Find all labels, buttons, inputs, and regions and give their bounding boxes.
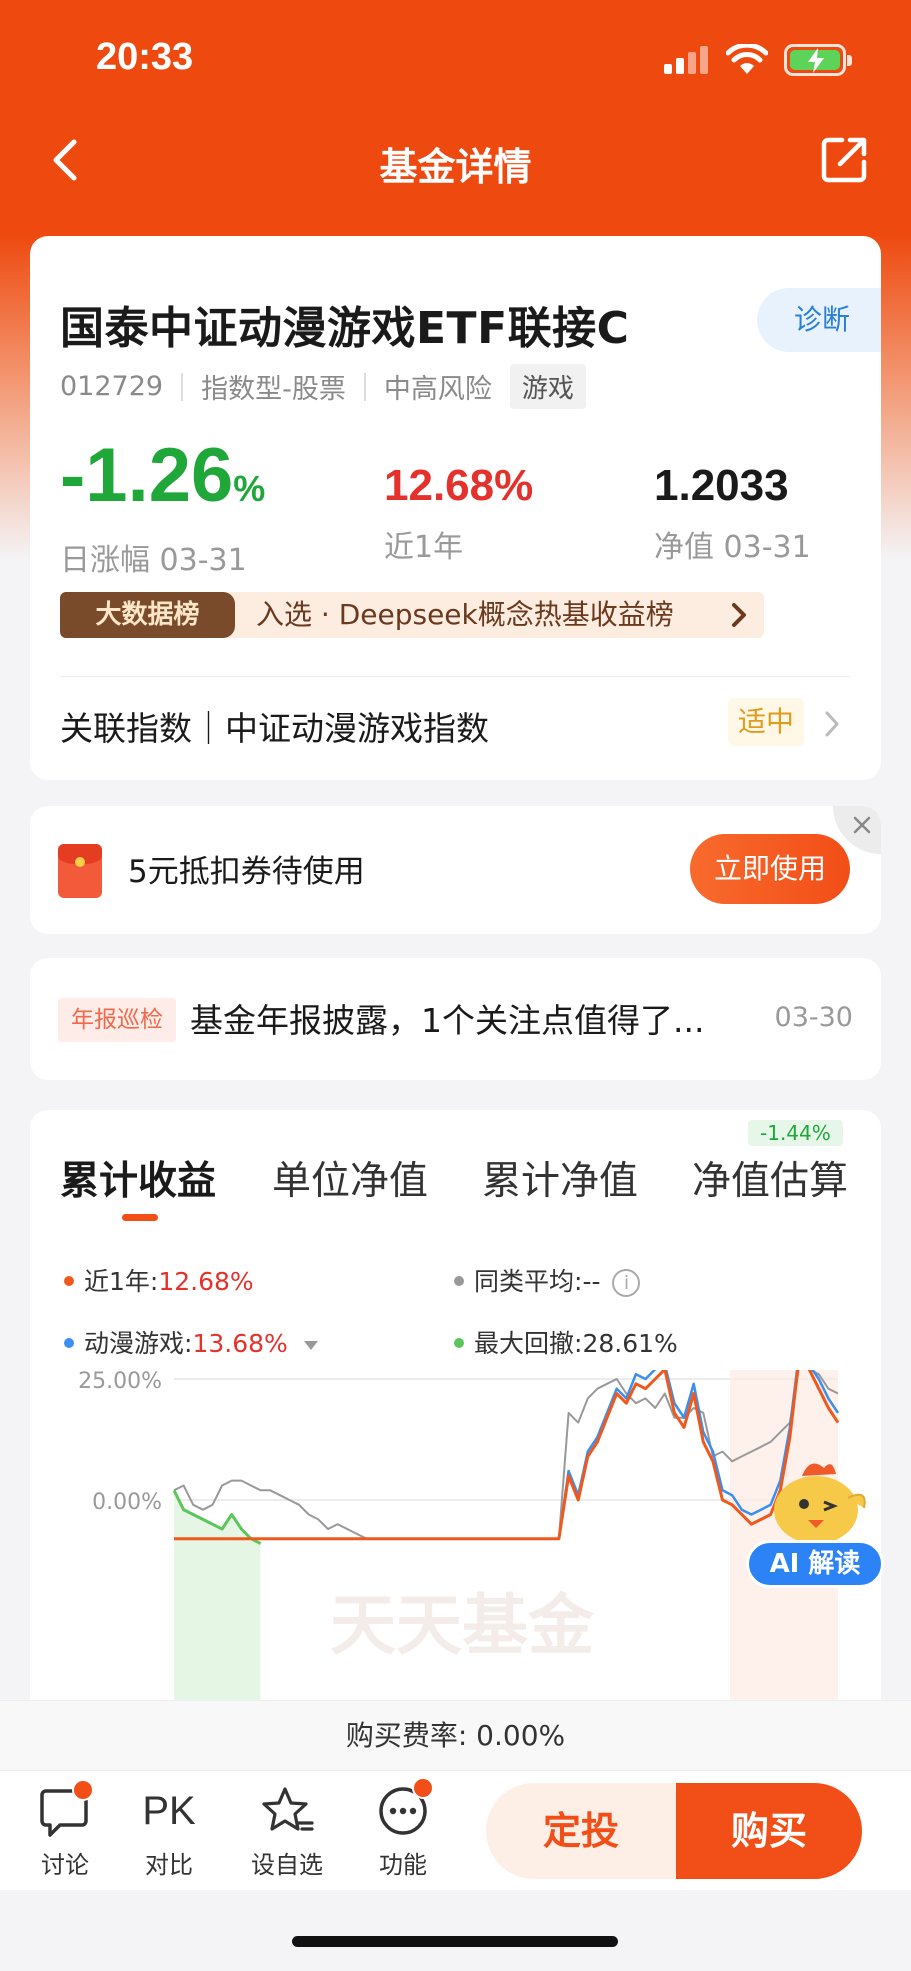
chat-bubble-icon — [40, 1789, 88, 1837]
divider — [60, 676, 851, 677]
daily-change-value: -1.26% — [60, 433, 266, 518]
compare-button[interactable]: PK 对比 — [124, 1783, 214, 1880]
functions-button[interactable]: 功能 — [358, 1777, 448, 1880]
chart-tabs: 累计收益 单位净值 累计净值 净值估算 — [30, 1150, 881, 1240]
divider — [181, 372, 184, 401]
fund-theme-tag[interactable]: 游戏 — [509, 364, 586, 409]
sip-button[interactable]: 定投 — [486, 1783, 676, 1879]
notification-dot — [412, 1777, 434, 1799]
ai-interpret-button[interactable]: AI 解读 — [744, 1446, 888, 1588]
share-icon[interactable] — [820, 134, 870, 184]
legend-peer: 同类平均:-- i — [454, 1262, 641, 1298]
add-watchlist-button[interactable]: 设自选 — [242, 1783, 332, 1880]
notification-dot — [72, 1779, 94, 1801]
divider — [363, 372, 366, 401]
bigdata-badge: 大数据榜 — [60, 592, 235, 638]
year-return-label: 近1年 — [384, 530, 464, 565]
y-tick-label: 25.00% — [78, 1370, 162, 1394]
fund-type: 指数型-股票 — [201, 374, 346, 405]
status-bar: 20:33 — [0, 0, 911, 120]
nav-label: 净值 03-31 — [654, 530, 811, 565]
info-icon[interactable]: i — [612, 1269, 641, 1297]
mascot-icon — [774, 1463, 866, 1544]
diagnose-button[interactable]: 诊断 — [757, 288, 881, 352]
related-index-link[interactable]: 关联指数｜中证动漫游戏指数 — [60, 702, 489, 750]
legend-dot — [454, 1338, 464, 1348]
tab-unit-nav[interactable]: 单位净值 — [272, 1150, 428, 1206]
daily-change-label: 日涨幅 03-31 — [60, 543, 247, 578]
bigdata-text: 入选 · Deepseek概念热基收益榜 — [256, 598, 674, 631]
legend-dot — [64, 1276, 74, 1286]
home-indicator[interactable] — [292, 1936, 618, 1947]
report-tag: 年报巡检 — [58, 998, 176, 1042]
valuation-tag: 适中 — [728, 698, 804, 746]
coupon-card: 5元抵扣券待使用 立即使用 — [30, 806, 881, 934]
fund-name: 国泰中证动漫游戏ETF联接C — [60, 303, 630, 354]
page-title: 基金详情 — [379, 145, 532, 189]
buy-button[interactable]: 购买 — [676, 1783, 862, 1879]
legend-dot — [64, 1338, 74, 1348]
fund-risk: 中高风险 — [383, 374, 492, 405]
bottom-toolbar: 讨论 PK 对比 设自选 功能 定投 购买 — [0, 1770, 911, 1890]
tab-nav-estimate[interactable]: 净值估算 — [692, 1150, 848, 1206]
nav-value: 1.2033 — [654, 461, 789, 510]
report-date: 03-30 — [774, 1002, 853, 1033]
pk-icon: PK — [142, 1789, 196, 1833]
functions-label: 功能 — [379, 1851, 427, 1879]
signal-icon — [664, 46, 712, 74]
purchase-fee: 购买费率: 0.00% — [0, 1700, 911, 1770]
nav-stat: 1.2033 净值 03-31 — [654, 456, 811, 566]
discuss-label: 讨论 — [41, 1851, 89, 1879]
annotation-label: 29.05% — [602, 1370, 686, 1373]
legend-drawdown: 最大回撤:28.61% — [454, 1324, 678, 1360]
chart-watermark: 天天基金 — [330, 1587, 595, 1664]
annual-report-card[interactable]: 年报巡检 基金年报披露，1个关注点值得了... 03-30 — [30, 958, 881, 1080]
fund-meta: 012729 指数型-股票 中高风险 游戏 — [60, 364, 586, 409]
status-time: 20:33 — [96, 36, 194, 78]
legend-dot — [454, 1276, 464, 1286]
chevron-right-icon — [732, 603, 746, 627]
legend-fund: 近1年:12.68% — [64, 1262, 254, 1298]
battery-icon — [784, 44, 852, 76]
daily-change-stat: -1.26% 日涨幅 03-31 — [60, 436, 265, 579]
watchlist-label: 设自选 — [251, 1851, 323, 1879]
fund-overview-card: 国泰中证动漫游戏ETF联接C 诊断 012729 指数型-股票 中高风险 游戏 … — [30, 236, 881, 780]
use-coupon-button[interactable]: 立即使用 — [690, 834, 850, 904]
performance-chart-card: 累计收益 单位净值 累计净值 净值估算 -1.44% 近1年:12.68% 同类… — [30, 1110, 881, 1750]
compare-label: 对比 — [145, 1851, 193, 1879]
red-envelope-icon — [58, 844, 102, 898]
discuss-button[interactable]: 讨论 — [20, 1779, 110, 1880]
coupon-text: 5元抵扣券待使用 — [128, 854, 365, 890]
wifi-icon — [726, 44, 768, 74]
caret-down-icon — [303, 1340, 318, 1350]
chevron-right-icon — [825, 711, 839, 737]
estimate-badge: -1.44% — [748, 1120, 843, 1146]
report-headline: 基金年报披露，1个关注点值得了... — [190, 1001, 705, 1040]
ai-interpret-label: AI 解读 — [746, 1540, 884, 1588]
y-tick-label: 0.00% — [92, 1490, 162, 1515]
active-tab-indicator — [122, 1214, 158, 1221]
year-return-stat: 12.68% 近1年 — [384, 456, 533, 566]
bigdata-ranking-banner[interactable]: 大数据榜 入选 · Deepseek概念热基收益榜 — [60, 592, 764, 638]
tab-cumulative-return[interactable]: 累计收益 — [60, 1150, 216, 1206]
fund-code: 012729 — [60, 371, 164, 402]
legend-index[interactable]: 动漫游戏:13.68% — [64, 1324, 318, 1360]
home-indicator-area — [0, 1890, 911, 1971]
nav-bar: 基金详情 — [0, 120, 911, 200]
year-return-value: 12.68% — [384, 461, 534, 510]
more-icon — [379, 1787, 427, 1835]
tab-cumulative-nav[interactable]: 累计净值 — [482, 1150, 638, 1206]
star-list-icon — [262, 1787, 314, 1831]
